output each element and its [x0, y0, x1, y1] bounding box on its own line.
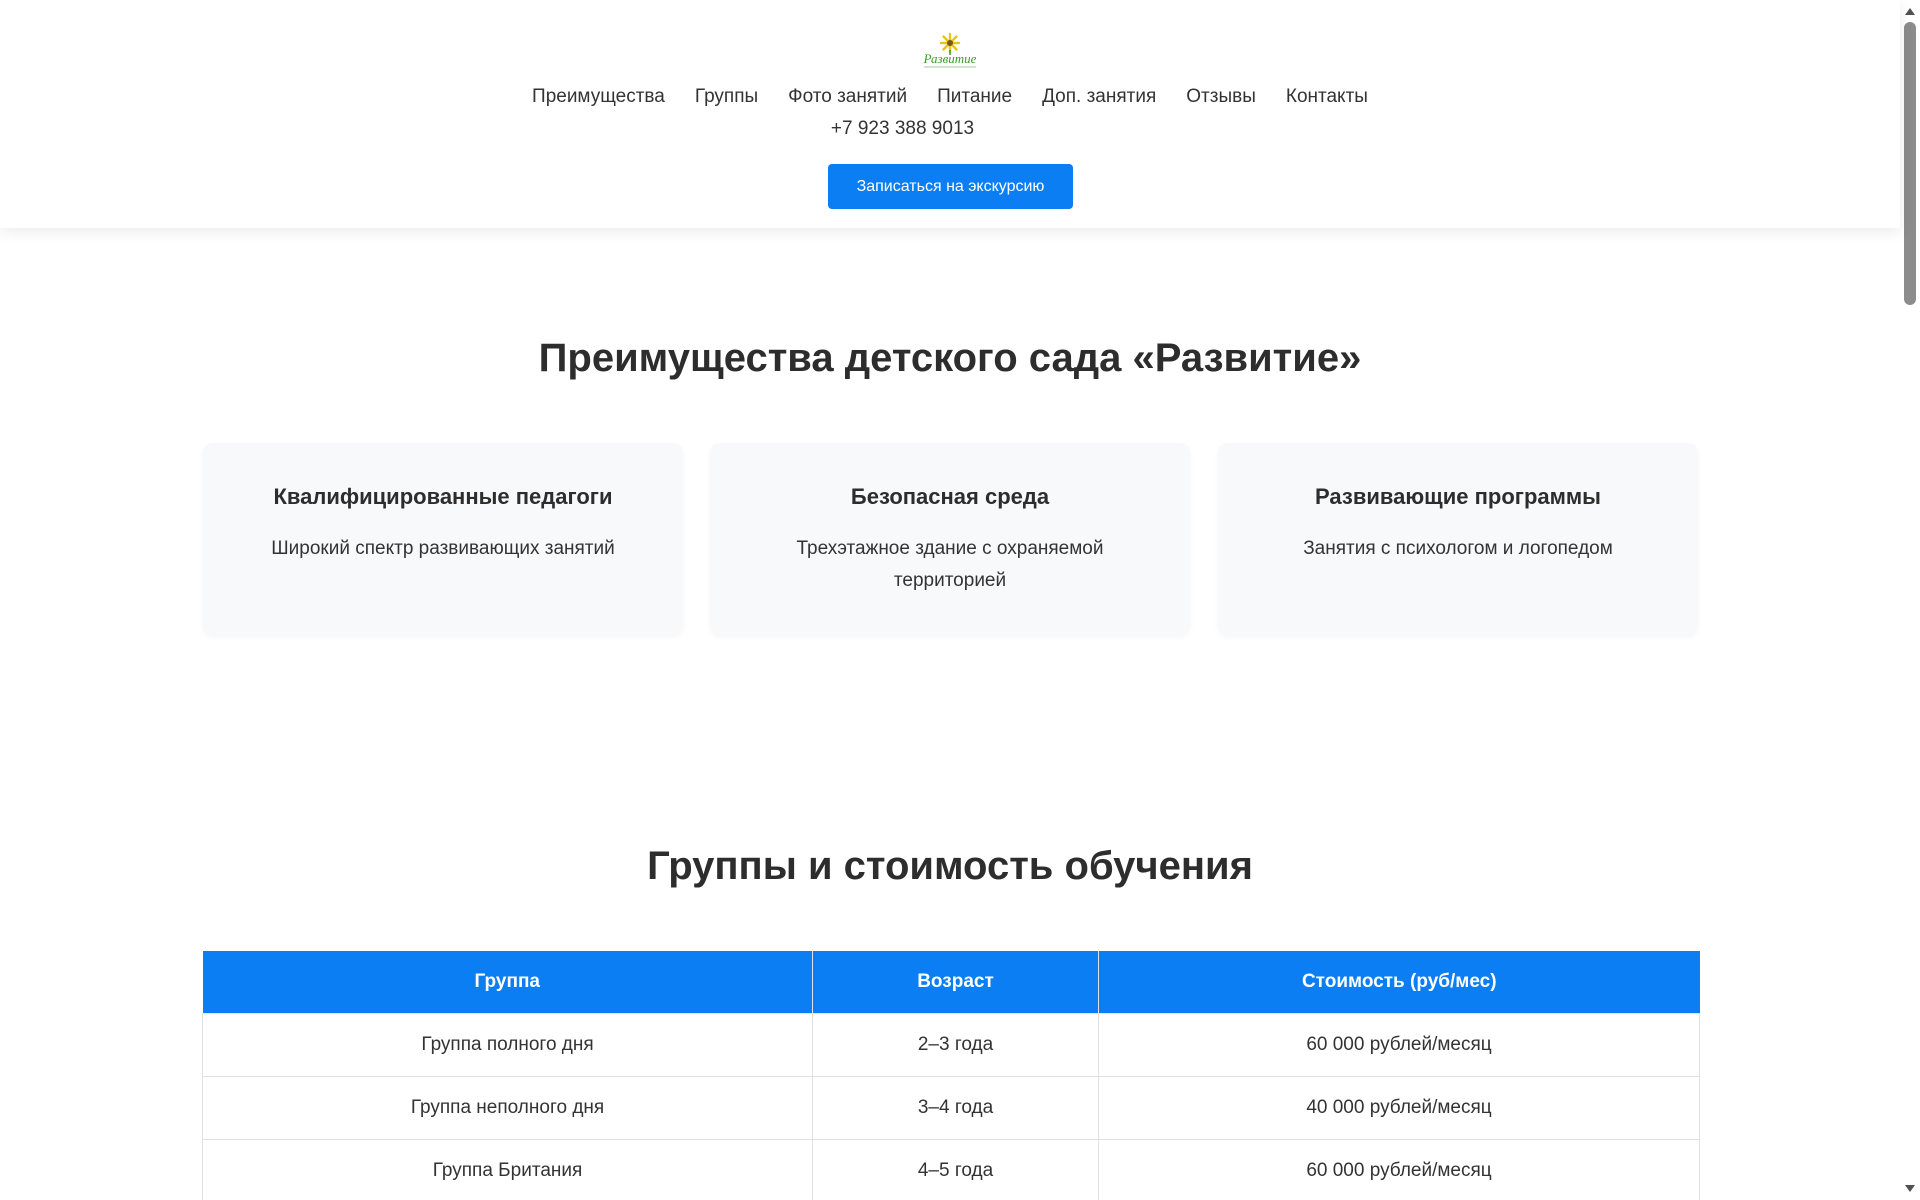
card-title: Квалифицированные педагоги	[273, 484, 613, 509]
logo-text: Развитие	[923, 51, 977, 66]
book-excursion-button[interactable]: Записаться на экскурсию	[828, 164, 1073, 209]
card-text: Занятия с психологом и логопедом	[1303, 538, 1613, 559]
card-text: Трехэтажное здание с охраняемой территор…	[796, 538, 1104, 591]
scrollbar[interactable]	[1900, 0, 1920, 1200]
price-table: Группа Возраст Стоимость (руб/мес) Групп…	[202, 951, 1700, 1200]
cell-price: 60 000 рублей/месяц	[1098, 1138, 1700, 1200]
nav-reviews[interactable]: Отзывы	[1171, 84, 1271, 110]
advantage-card-teachers: Квалифицированные педагоги Широкий спект…	[203, 443, 683, 635]
main-nav: Преимущества Группы Фото занятий Питание…	[0, 84, 1900, 110]
column-header-group: Группа	[202, 951, 813, 1013]
cell-age: 4–5 года	[812, 1138, 1099, 1200]
table-row: Группа неполного дня 3–4 года 40 000 руб…	[202, 1075, 1700, 1140]
site-header: Развитие Преимущества Группы Фото заняти…	[0, 0, 1900, 228]
cell-group: Группа полного дня	[202, 1012, 813, 1077]
cell-price: 40 000 рублей/месяц	[1098, 1075, 1700, 1140]
cell-age: 3–4 года	[812, 1075, 1099, 1140]
groups-title: Группы и стоимость обучения	[647, 844, 1253, 888]
nav-photos[interactable]: Фото занятий	[773, 84, 922, 110]
logo[interactable]: Развитие	[914, 30, 986, 70]
cell-group: Группа Британия	[202, 1138, 813, 1200]
card-text: Широкий спектр развивающих занятий	[271, 538, 615, 559]
phone-number[interactable]: +7 923 388 9013	[0, 116, 1805, 142]
card-title: Безопасная среда	[850, 484, 1050, 509]
card-title: Развивающие программы	[1315, 484, 1601, 509]
nav-food[interactable]: Питание	[922, 84, 1027, 110]
scrollbar-thumb[interactable]	[1904, 22, 1916, 305]
advantage-card-programs: Развивающие программы Занятия с психолог…	[1218, 443, 1698, 635]
cell-price: 60 000 рублей/месяц	[1098, 1012, 1700, 1077]
scroll-up-arrow-icon[interactable]	[1905, 8, 1915, 15]
table-row: Группа Британия 4–5 года 60 000 рублей/м…	[202, 1138, 1700, 1200]
column-header-age: Возраст	[812, 951, 1099, 1013]
table-row: Группа полного дня 2–3 года 60 000 рубле…	[202, 1012, 1700, 1077]
table-header-row: Группа Возраст Стоимость (руб/мес)	[202, 951, 1700, 1013]
advantage-card-safety: Безопасная среда Трехэтажное здание с ох…	[710, 443, 1190, 635]
nav-extra-classes[interactable]: Доп. занятия	[1027, 84, 1171, 110]
scroll-down-arrow-icon[interactable]	[1905, 1185, 1915, 1192]
nav-groups[interactable]: Группы	[680, 84, 773, 110]
cell-age: 2–3 года	[812, 1012, 1099, 1077]
nav-contacts[interactable]: Контакты	[1271, 84, 1383, 110]
cell-group: Группа неполного дня	[202, 1075, 813, 1140]
advantages-title: Преимущества детского сада «Развитие»	[538, 336, 1362, 380]
column-header-price: Стоимость (руб/мес)	[1098, 951, 1700, 1013]
nav-advantages[interactable]: Преимущества	[517, 84, 680, 110]
